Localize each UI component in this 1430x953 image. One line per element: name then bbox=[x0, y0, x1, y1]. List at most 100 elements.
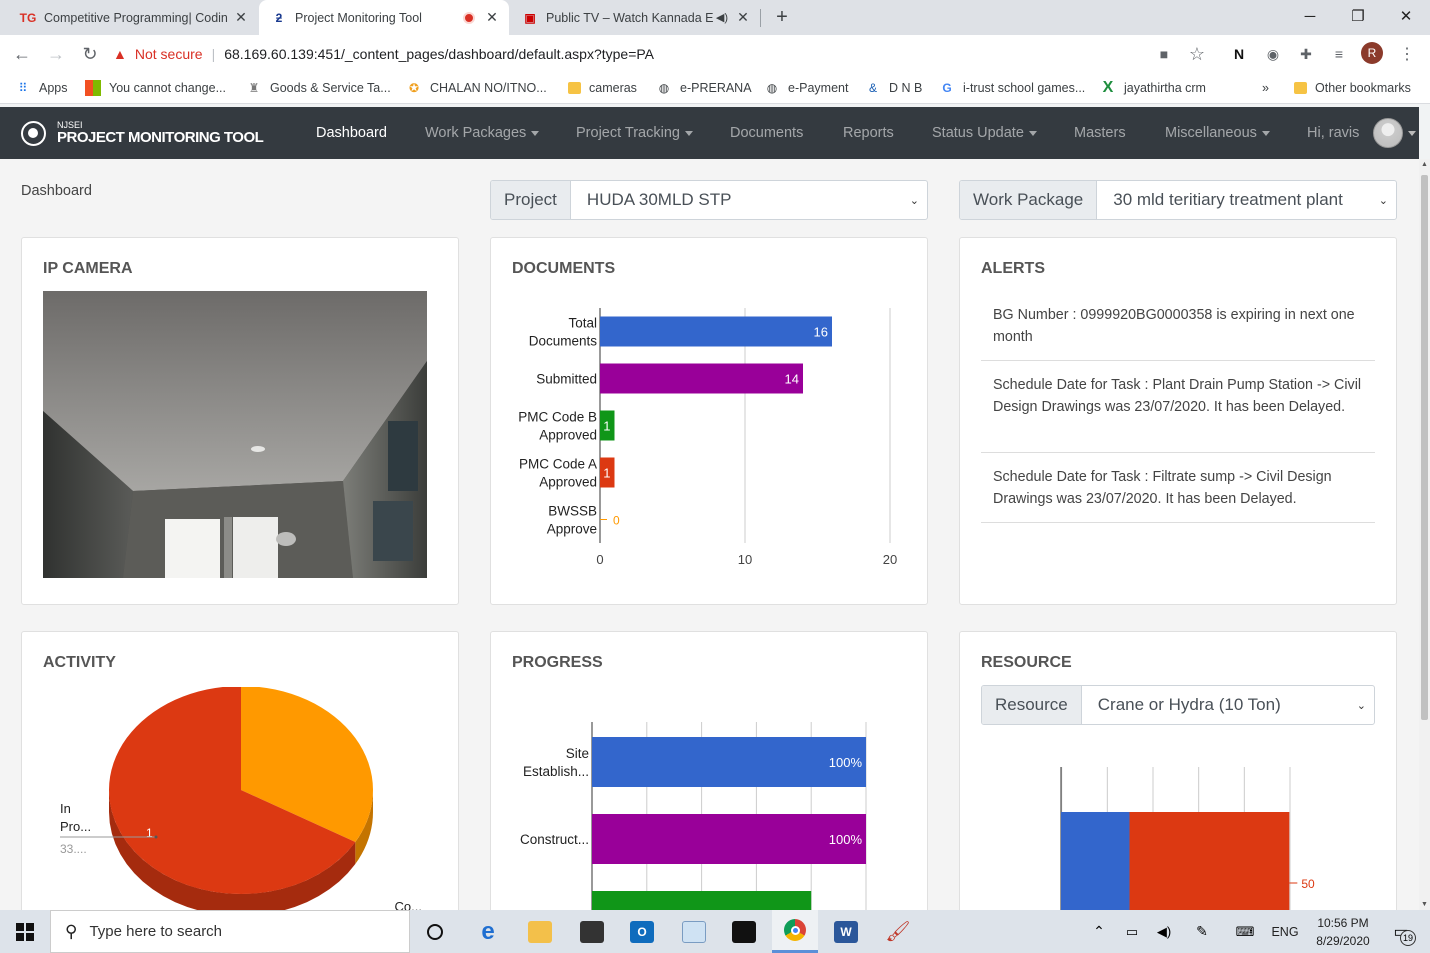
bookmark-apps[interactable]: ⠿ Apps bbox=[15, 73, 68, 103]
chrome-menu-icon[interactable]: ⋮ bbox=[1395, 42, 1419, 66]
notification-center-icon[interactable]: ▭ 19 bbox=[1384, 910, 1418, 953]
volume-icon[interactable]: ◀) bbox=[1152, 910, 1176, 953]
progress-card: PROGRESS 100% Site Establish... 100% Constru… bbox=[490, 631, 928, 910]
file-explorer-icon[interactable] bbox=[522, 910, 558, 953]
bookmark-other[interactable]: Other bookmarks bbox=[1294, 73, 1411, 103]
bookmark-chalan[interactable]: ✪ CHALAN NO/ITNO... bbox=[406, 73, 547, 103]
close-tab-icon[interactable]: ✕ bbox=[732, 9, 754, 26]
caret-down-icon bbox=[1408, 130, 1416, 136]
bookmark-i-trust[interactable]: Gi-trust school games... bbox=[939, 73, 1085, 103]
new-tab-button[interactable]: + bbox=[770, 5, 794, 29]
page-scrollbar[interactable]: ▲ ▼ bbox=[1419, 159, 1430, 910]
nav-documents[interactable]: Documents bbox=[730, 107, 803, 159]
category-label: BWSSB bbox=[548, 504, 597, 519]
paint-icon[interactable]: 🖌 bbox=[880, 910, 916, 953]
word-icon[interactable]: W bbox=[826, 910, 866, 953]
back-button[interactable]: ← bbox=[9, 41, 35, 67]
scroll-up-arrow-icon[interactable]: ▲ bbox=[1421, 161, 1428, 168]
alert-item: Schedule Date for Task : Filtrate sump -… bbox=[981, 466, 1375, 523]
nav-reports[interactable]: Reports bbox=[843, 107, 894, 159]
scrollbar-thumb[interactable] bbox=[1421, 175, 1428, 720]
nav-dashboard[interactable]: Dashboard bbox=[316, 107, 387, 159]
bookmark-e-payment[interactable]: ◍ e-Payment bbox=[764, 73, 849, 103]
resource-select[interactable]: Crane or Hydra (10 Ton) ⌄ bbox=[1082, 686, 1374, 724]
notepad-icon[interactable] bbox=[676, 910, 712, 953]
bar-value-label: 0 bbox=[613, 514, 620, 528]
pie-slice-label: In bbox=[60, 801, 71, 816]
close-window-button[interactable]: ✕ bbox=[1382, 0, 1430, 32]
taskbar-search-box[interactable]: ⚲ Type here to search bbox=[50, 910, 410, 953]
show-hidden-icons-chevron-icon[interactable]: ⌃ bbox=[1088, 910, 1110, 953]
pie-slice-label: Pro... bbox=[60, 819, 91, 834]
brand-title[interactable]: PROJECT MONITORING TOOL bbox=[57, 129, 264, 146]
user-menu[interactable] bbox=[1373, 107, 1416, 159]
terminal-icon[interactable] bbox=[726, 910, 762, 953]
outlook-icon[interactable]: O bbox=[624, 910, 660, 953]
pen-icon[interactable]: ✎ bbox=[1190, 910, 1214, 953]
tab-title: Project Monitoring Tool bbox=[295, 10, 422, 25]
bookmark-label: i-trust school games... bbox=[963, 81, 1086, 95]
work-package-select-group: Work Package 30 mld teritiary treatment … bbox=[959, 180, 1397, 220]
url-text[interactable]: 68.169.60.139:451/_content_pages/dashboa… bbox=[224, 46, 654, 62]
close-tab-icon[interactable]: ✕ bbox=[230, 9, 252, 26]
bookmark-star-icon[interactable]: ☆ bbox=[1185, 42, 1209, 66]
caret-down-icon bbox=[1028, 130, 1037, 136]
tab-project-monitoring-tool[interactable]: ƻ Project Monitoring Tool ✕ bbox=[259, 0, 509, 35]
nav-status-update[interactable]: Status Update bbox=[932, 107, 1037, 159]
more-bookmarks-button[interactable]: » bbox=[1262, 73, 1269, 103]
bookmark-dnb[interactable]: & D N B bbox=[865, 73, 922, 103]
user-avatar bbox=[1373, 118, 1403, 148]
chrome-taskbar-icon[interactable] bbox=[772, 910, 818, 953]
nav-work-packages[interactable]: Work Packages bbox=[425, 107, 540, 159]
restore-button[interactable]: ❐ bbox=[1334, 0, 1382, 32]
forward-button[interactable]: → bbox=[43, 41, 69, 67]
project-value: HUDA 30MLD STP bbox=[586, 190, 732, 209]
battery-icon[interactable]: ▭ bbox=[1120, 910, 1144, 953]
camera-feed-image[interactable] bbox=[43, 291, 427, 578]
language-indicator[interactable]: ENG bbox=[1270, 910, 1300, 953]
nav-masters[interactable]: Masters bbox=[1074, 107, 1126, 159]
reload-button[interactable]: ↻ bbox=[77, 41, 103, 67]
brand-logo-icon[interactable] bbox=[21, 121, 46, 146]
nav-project-tracking[interactable]: Project Tracking bbox=[576, 107, 693, 159]
nav-user-greeting[interactable]: Hi, ravis bbox=[1307, 107, 1359, 159]
address-bar[interactable]: ▲ Not secure | 68.169.60.139:451/_conten… bbox=[113, 39, 1223, 69]
bookmark-jayathirtha-crm[interactable]: Xjayathirtha crm bbox=[1100, 73, 1206, 103]
project-select[interactable]: HUDA 30MLD STP ⌄ bbox=[571, 181, 927, 219]
windows-logo-icon bbox=[85, 80, 101, 96]
nav-miscellaneous[interactable]: Miscellaneous bbox=[1165, 107, 1270, 159]
bookmark-cameras[interactable]: cameras bbox=[568, 73, 637, 103]
dnb-logo-icon: & bbox=[868, 81, 877, 95]
store-icon[interactable] bbox=[574, 910, 610, 953]
cortana-icon[interactable] bbox=[418, 910, 452, 953]
bar bbox=[600, 316, 832, 347]
reading-list-icon[interactable]: ≡ bbox=[1327, 42, 1351, 66]
bookmark-gst[interactable]: ♜ Goods & Service Ta... bbox=[246, 73, 391, 103]
bookmark-e-prerana[interactable]: ◍ e-PRERANA bbox=[656, 73, 752, 103]
bookmark-you-cannot-change[interactable]: You cannot change... bbox=[85, 73, 226, 103]
clock[interactable]: 10:56 PM 8/29/2020 bbox=[1304, 910, 1382, 953]
leader-dot bbox=[154, 835, 158, 839]
extension-n-icon[interactable]: N bbox=[1227, 42, 1251, 66]
bar-value-label: 16 bbox=[814, 325, 828, 340]
bar-value-label: 1 bbox=[603, 466, 610, 481]
start-button[interactable] bbox=[0, 910, 50, 953]
edge-icon[interactable]: e bbox=[470, 910, 506, 953]
work-package-select[interactable]: 30 mld teritiary treatment plant ⌄ bbox=[1097, 181, 1396, 219]
bookmark-label: cameras bbox=[589, 81, 637, 95]
scroll-down-arrow-icon[interactable]: ▼ bbox=[1421, 901, 1428, 908]
minimize-button[interactable]: ─ bbox=[1286, 0, 1334, 32]
bar bbox=[592, 814, 866, 864]
chevron-down-icon: ⌄ bbox=[1356, 700, 1366, 712]
extension-circle-icon[interactable]: ◉ bbox=[1261, 42, 1285, 66]
keyboard-icon[interactable]: ⌨ bbox=[1230, 910, 1260, 953]
profile-avatar[interactable]: R bbox=[1361, 42, 1383, 64]
close-tab-icon[interactable]: ✕ bbox=[481, 9, 503, 26]
camera-indicator-icon[interactable]: ■ bbox=[1152, 42, 1176, 66]
tab-competitive-programming[interactable]: TG Competitive Programming| Codin ✕ bbox=[8, 0, 258, 35]
category-label: Establish... bbox=[523, 764, 589, 779]
extensions-puzzle-icon[interactable]: ✚ bbox=[1294, 42, 1318, 66]
caret-down-icon bbox=[1261, 130, 1270, 136]
tab-public-tv[interactable]: ▣ Public TV – Watch Kannada E ◀) ✕ bbox=[510, 0, 760, 35]
resource-label: Resource bbox=[982, 686, 1082, 724]
